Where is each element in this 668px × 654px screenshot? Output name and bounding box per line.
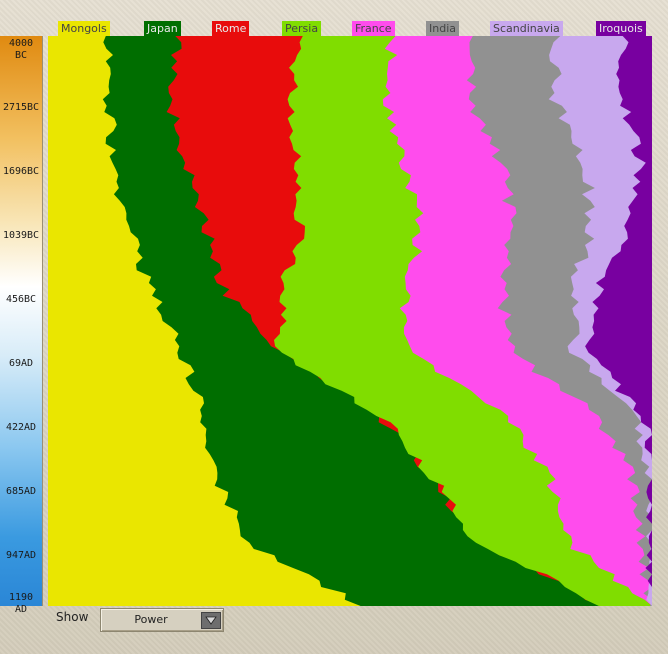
time-tick-label: 947AD <box>5 550 37 561</box>
time-tick-label: 1190 AD <box>8 592 34 615</box>
triangle-down-icon[interactable] <box>201 612 221 629</box>
power-area-chart <box>48 36 652 606</box>
show-label: Show <box>56 610 89 624</box>
time-tick-label: 1039BC <box>2 230 40 241</box>
time-tick-label: 69AD <box>8 358 34 369</box>
legend-item: Mongols <box>58 21 110 36</box>
legend-item: Scandinavia <box>490 21 563 36</box>
time-tick-label: 685AD <box>5 486 37 497</box>
time-tick-label: 4000 BC <box>8 38 34 61</box>
timeline-window: 4000 BC 2715BC 1696BC 1039BC 456BC 69AD 422AD 6… <box>0 0 668 654</box>
time-tick-label: 422AD <box>5 422 37 433</box>
legend-item: Rome <box>212 21 250 36</box>
time-tick-label: 456BC <box>5 294 37 305</box>
time-axis <box>0 36 43 606</box>
show-dropdown[interactable]: Power <box>100 608 224 632</box>
legend-item: France <box>352 21 395 36</box>
legend-item: India <box>426 21 459 36</box>
legend-item: Iroquois <box>596 21 646 36</box>
legend-item: Japan <box>144 21 181 36</box>
time-tick-label: 2715BC <box>2 102 40 113</box>
time-tick-label: 1696BC <box>2 166 40 177</box>
legend-item: Persia <box>282 21 322 36</box>
show-dropdown-value: Power <box>134 613 168 626</box>
area-chart-svg <box>48 36 652 606</box>
bottom-bar: Show Power <box>48 606 652 634</box>
